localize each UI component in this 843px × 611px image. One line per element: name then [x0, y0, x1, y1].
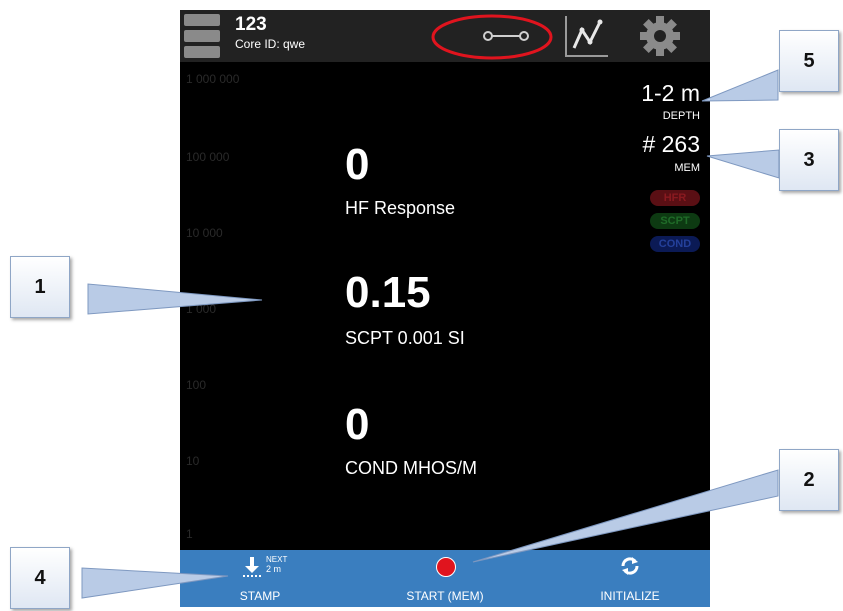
callout-2: 2 — [779, 449, 839, 511]
annotation-overlay — [81, 14, 780, 599]
callout-5: 5 — [779, 30, 839, 92]
callout-4: 4 — [10, 547, 70, 609]
callout-pointer — [87, 283, 263, 315]
callout-3: 3 — [779, 129, 839, 191]
highlight-ellipse — [431, 14, 553, 60]
callout-pointer — [472, 469, 779, 563]
callout-pointer — [701, 69, 779, 102]
callout-pointer — [81, 567, 229, 599]
callout-1: 1 — [10, 256, 70, 318]
callout-pointer — [706, 149, 780, 179]
